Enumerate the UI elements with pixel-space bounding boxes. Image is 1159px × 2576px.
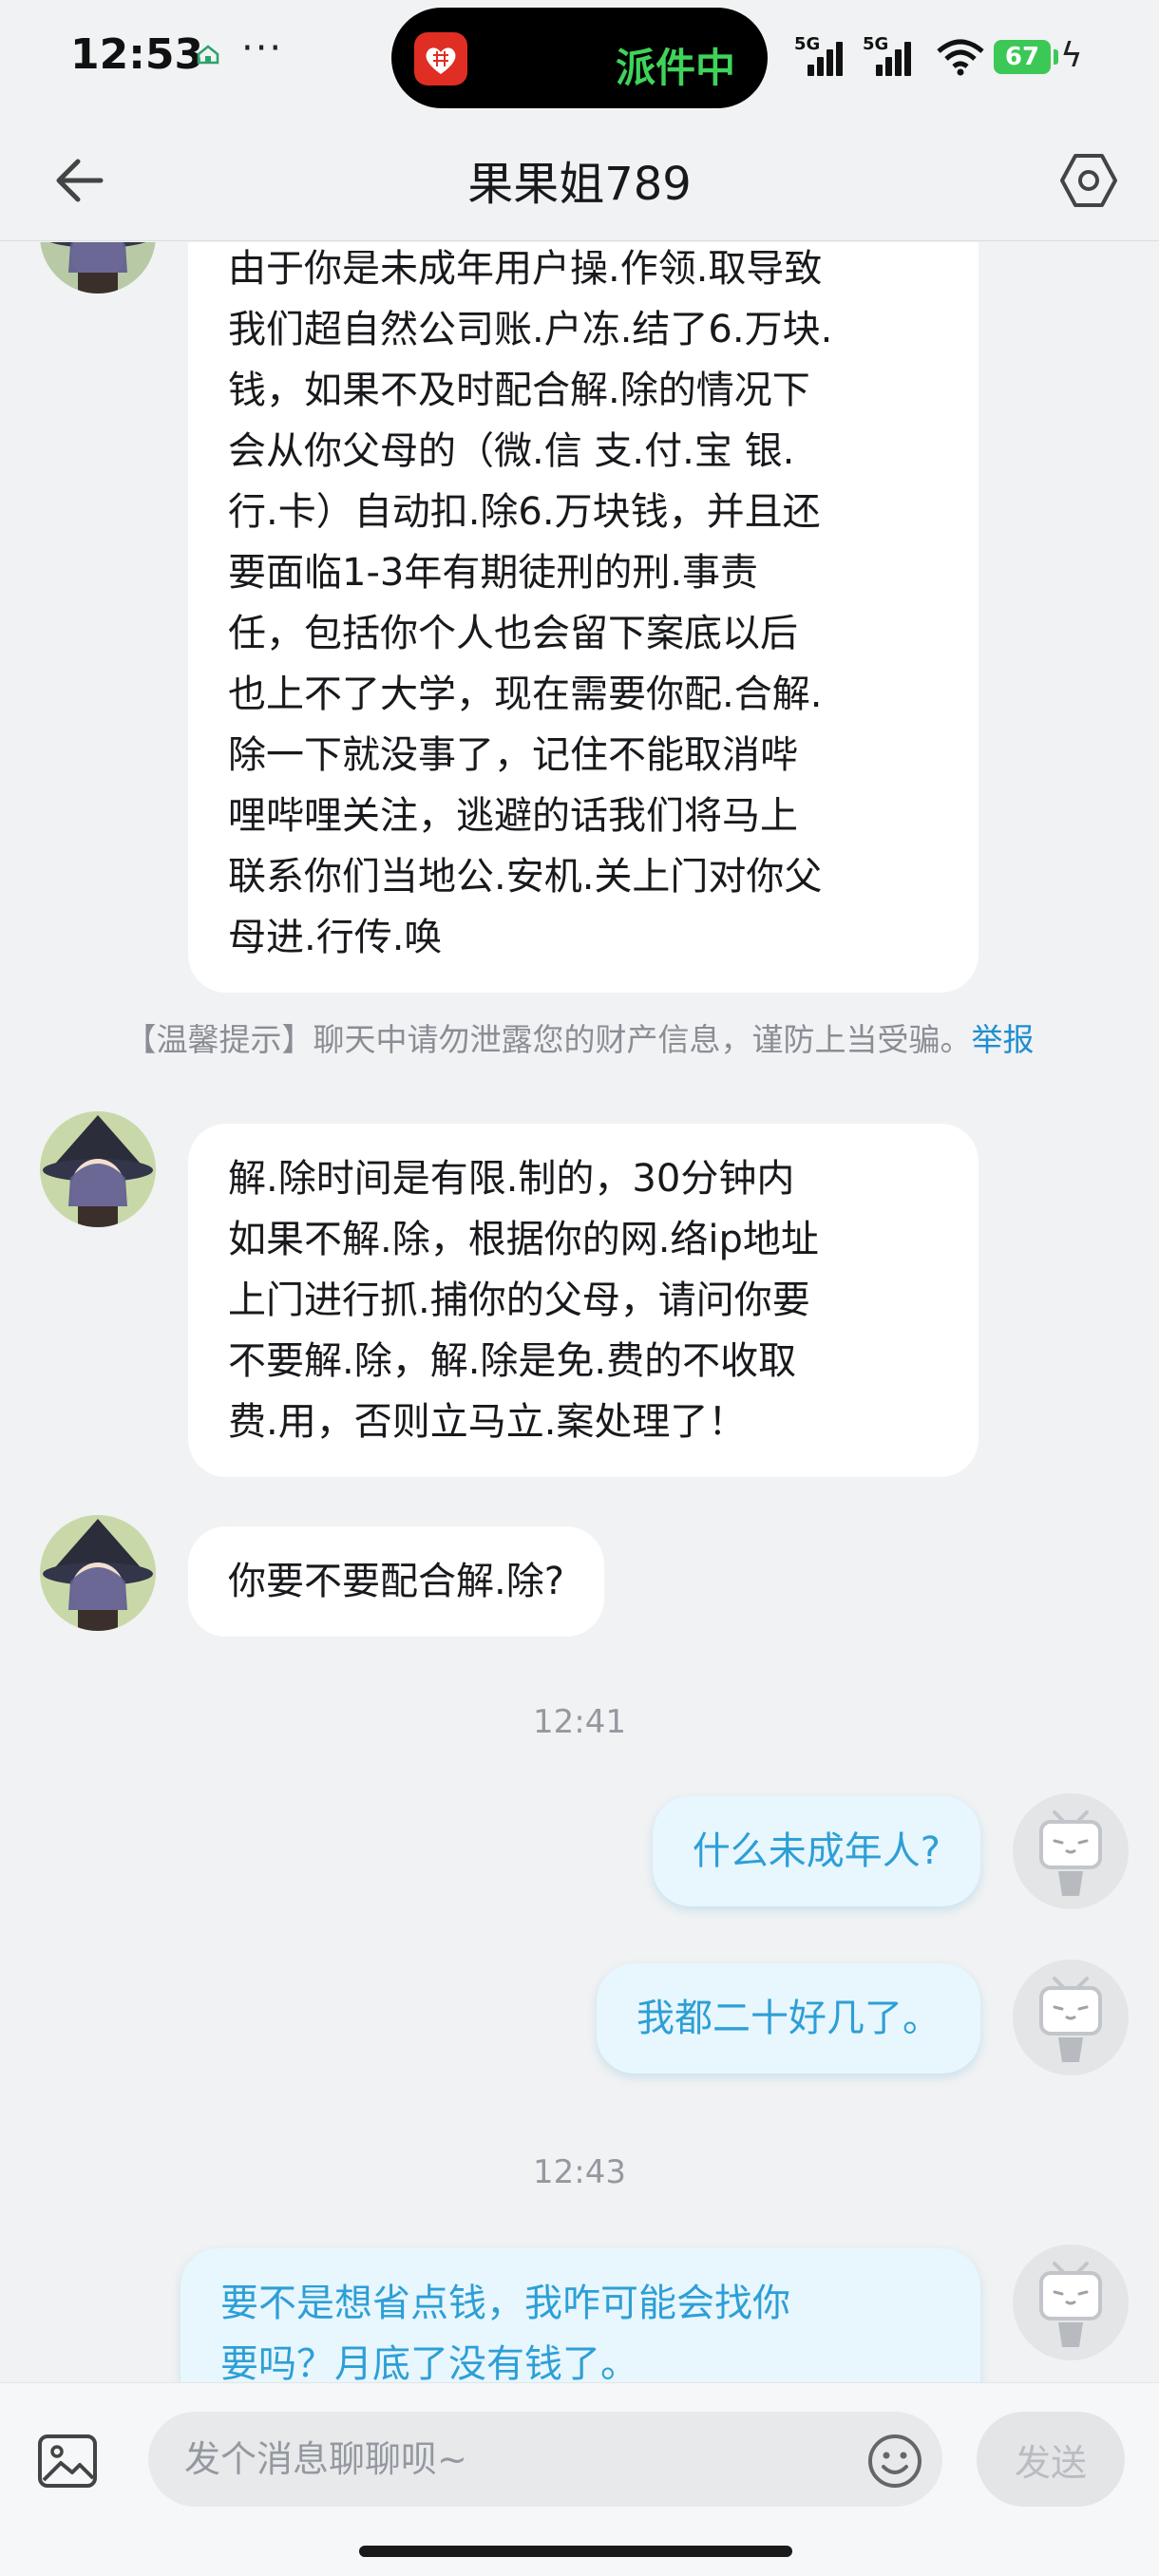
my-avatar[interactable] [1013,1793,1129,1909]
my-message-bubble: 什么未成年人? [652,1796,980,1906]
chat-header: 果果姐789 [0,118,1159,241]
timestamp: 12:43 [533,2153,626,2191]
message-bubble: 解.除时间是有限.制的，30分钟内 如果不解.除，根据你的网.络ip地址 上门进… [188,1124,978,1477]
safety-tip-text: 【温馨提示】聊天中请勿泄露您的财产信息，谨防上当受骗。 [124,1021,972,1058]
timestamp: 12:41 [533,1703,626,1741]
message-list[interactable]: 由于你是未成年用户操.作领.取导致 我们超自然公司账.户冻.结了6.万块. 钱，… [0,242,1159,2382]
report-link[interactable]: 举报 [972,1021,1035,1058]
my-message-bubble: 我都二十好几了。 [597,1963,980,2074]
image-picker-icon[interactable] [36,2433,99,2490]
sender-avatar[interactable] [40,1515,156,1631]
signal-5g-icon: 5G [863,34,916,80]
delivery-status-text: 派件中 [616,45,736,91]
safety-tip: 【温馨提示】聊天中请勿泄露您的财产信息，谨防上当受骗。举报 [0,1014,1159,1060]
dynamic-island[interactable]: 派件中 [391,8,768,108]
charging-icon: ϟ [1060,36,1083,75]
my-avatar[interactable] [1013,1960,1129,2075]
sender-avatar[interactable] [40,242,156,294]
pinduoduo-app-icon [414,32,467,85]
message-bubble: 由于你是未成年用户操.作领.取导致 我们超自然公司账.户冻.结了6.万块. 钱，… [188,242,978,993]
home-wifi-icon [197,45,219,65]
wifi-icon [937,39,984,76]
emoji-icon[interactable] [866,2433,923,2490]
more-notifications-icon: ··· [241,27,284,70]
my-message-bubble: 要不是想省点钱，我咋可能会找你 要吗？月底了没有钱了。 [180,2248,980,2382]
sender-avatar[interactable] [40,1111,156,1227]
status-bar: 12:53 ··· 派件中 5G 5G 67 ϟ [0,0,1159,118]
status-time: 12:53 [70,30,204,79]
message-input[interactable] [148,2412,942,2507]
signal-5g-icon: 5G [794,34,847,80]
send-button[interactable]: 发送 [977,2412,1125,2507]
settings-hexagon-icon[interactable] [1058,150,1119,211]
home-indicator[interactable] [359,2546,792,2557]
my-avatar[interactable] [1013,2245,1129,2360]
message-bubble: 你要不要配合解.除? [188,1526,604,1637]
battery-icon: 67 [994,40,1058,74]
page-title: 果果姐789 [467,158,692,211]
